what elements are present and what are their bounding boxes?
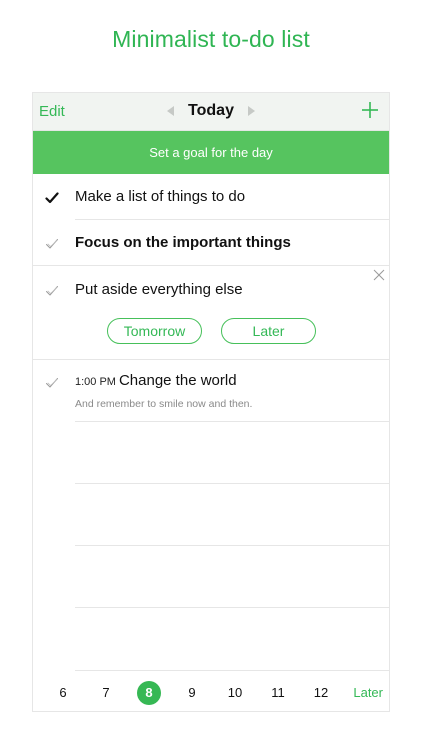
close-icon[interactable]	[373, 269, 385, 281]
task-text: Focus on the important things	[75, 234, 291, 251]
task-title: Change the world	[118, 372, 237, 389]
navigation-bar: Edit Today	[33, 93, 389, 131]
next-day-arrow-icon[interactable]	[248, 106, 256, 116]
day-10[interactable]: 10	[223, 681, 247, 705]
task-row[interactable]: Focus on the important things	[33, 220, 389, 266]
checkmark-outline-icon[interactable]	[45, 237, 59, 251]
day-12[interactable]: 12	[309, 681, 333, 705]
day-8-selected[interactable]: 8	[137, 681, 161, 705]
empty-line	[75, 545, 389, 546]
empty-line	[75, 607, 389, 608]
move-to-tomorrow-button[interactable]: Tomorrow	[107, 318, 202, 344]
set-goal-button[interactable]: Set a goal for the day	[33, 131, 389, 174]
move-to-later-button[interactable]: Later	[221, 318, 316, 344]
empty-line	[75, 483, 389, 484]
date-navigator: Today	[33, 102, 389, 120]
empty-line	[75, 670, 389, 671]
previous-day-arrow-icon[interactable]	[166, 106, 174, 116]
checkmark-done-icon[interactable]	[45, 191, 59, 205]
empty-line	[75, 421, 389, 422]
day-6[interactable]: 6	[51, 681, 75, 705]
app-screen: Edit Today Set a goal for the day Make a…	[32, 92, 390, 712]
day-11[interactable]: 11	[266, 681, 290, 705]
page-title: Today	[188, 102, 234, 119]
later-day-button[interactable]: Later	[353, 681, 383, 705]
task-text: Make a list of things to do	[75, 188, 246, 205]
task-row-expanded[interactable]: Put aside everything else	[33, 266, 389, 359]
task-text-with-time: 1:00 PM Change the world	[75, 372, 237, 389]
day-9[interactable]: 9	[180, 681, 204, 705]
task-row[interactable]: 1:00 PM Change the world	[33, 360, 389, 422]
add-task-plus-icon[interactable]	[359, 99, 381, 121]
checkmark-outline-icon[interactable]	[45, 376, 59, 390]
day-7[interactable]: 7	[94, 681, 118, 705]
day-selector-bar: 6 7 8 9 10 11 12 Later	[33, 673, 389, 711]
task-row[interactable]: Make a list of things to do	[33, 174, 389, 220]
task-time: 1:00 PM	[75, 376, 116, 388]
headline: Minimalist to-do list	[112, 26, 310, 52]
task-note: And remember to smile now and then.	[75, 398, 253, 410]
checkmark-outline-icon[interactable]	[45, 284, 59, 298]
task-text: Put aside everything else	[75, 281, 243, 298]
